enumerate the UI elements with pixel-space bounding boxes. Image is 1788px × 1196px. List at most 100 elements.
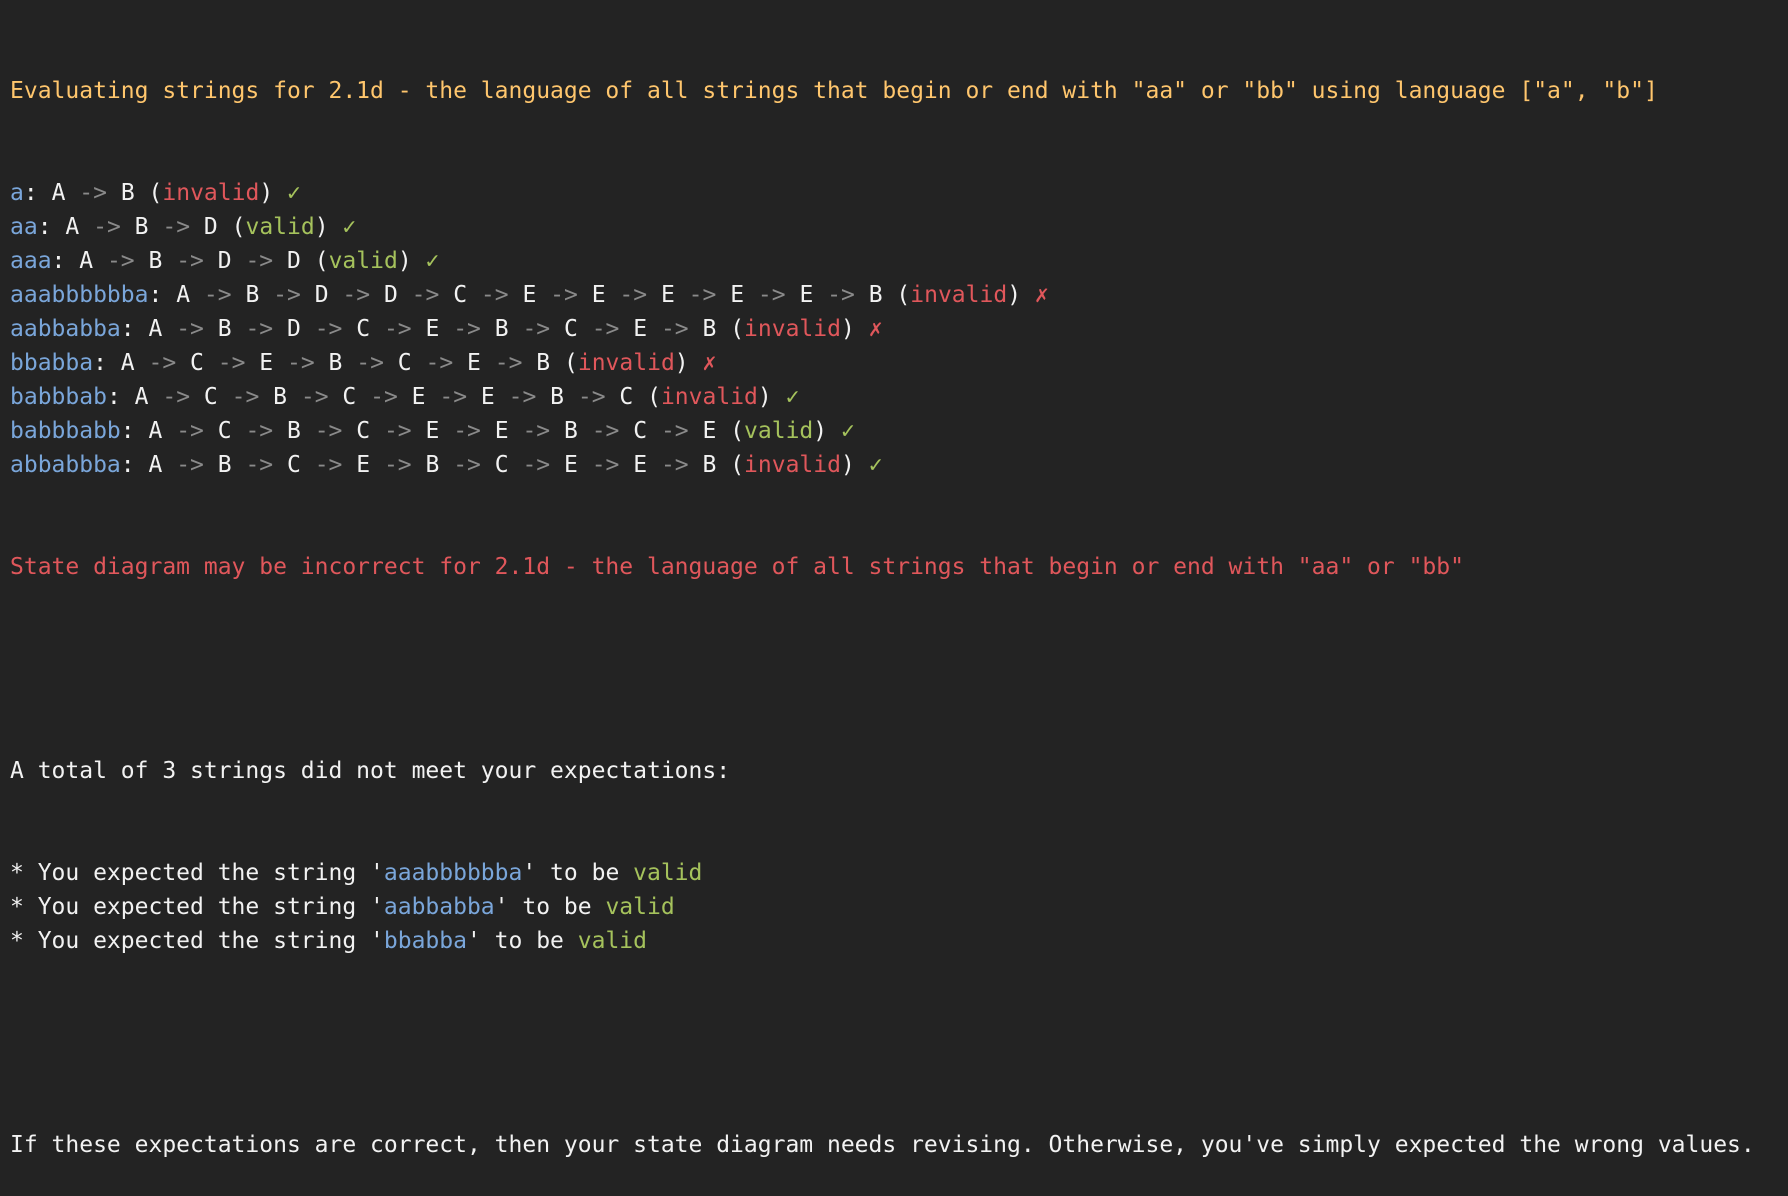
paren: ) [259,180,288,206]
expectation-prefix: * You expected the string ' [10,860,384,886]
transition-arrow: -> [508,316,564,342]
state-name: B [217,452,232,478]
paren: ) [1007,282,1035,308]
result-line: a: A -> B (invalid) ✓ [10,176,1782,210]
state-name: A [79,248,94,274]
transition-arrow: -> [93,248,149,274]
checkmark-icon: ✓ [785,384,800,410]
state-name: E [494,418,509,444]
state-name: D [287,248,301,274]
transition-arrow: -> [577,452,634,478]
state-name: A [134,384,149,410]
state-name: E [563,452,578,478]
separator: : [120,316,149,342]
state-name: E [633,452,648,478]
transition-arrow: -> [342,350,398,376]
footer-message: If these expectations are correct, then … [10,1132,1755,1158]
transition-arrow: -> [148,384,204,410]
state-name: C [453,282,468,308]
state-name: C [286,452,301,478]
verdict-label: invalid [910,282,1008,308]
checkmark-icon: ✓ [868,452,883,478]
transition-arrow: -> [162,452,218,478]
state-name: E [425,418,440,444]
input-string: aabbabba [10,316,121,342]
transition-arrow: -> [259,282,315,308]
transition-arrow: -> [744,282,800,308]
expected-value: valid [577,928,647,954]
paren: ( [550,350,578,376]
paren: ) [813,418,841,444]
verdict-label: valid [744,418,814,444]
state-name: E [259,350,274,376]
expectation-line: * You expected the string 'bbabba' to be… [10,924,1782,958]
state-name: B [563,418,578,444]
transition-arrow: -> [425,384,481,410]
paren: ( [716,316,745,342]
state-name: B [494,316,509,342]
result-line: abbabbba: A -> B -> C -> E -> B -> C -> … [10,448,1782,482]
verdict-label: invalid [744,316,841,342]
evaluation-header: Evaluating strings for 2.1d - the langua… [10,78,1658,104]
state-name: B [134,214,149,240]
transition-arrow: -> [508,452,564,478]
paren: ) [840,452,869,478]
separator: : [120,418,149,444]
state-name: B [425,452,440,478]
result-line: aa: A -> B -> D (valid) ✓ [10,210,1782,244]
transition-arrow: -> [813,282,869,308]
transition-arrow: -> [231,248,287,274]
state-name: E [730,282,745,308]
state-name: B [273,384,287,410]
separator: : [106,384,135,410]
transition-arrow: -> [273,350,329,376]
transition-arrow: -> [162,316,218,342]
separator: : [93,350,121,376]
transition-arrow: -> [439,452,495,478]
paren: ( [633,384,661,410]
transition-arrow: -> [577,316,634,342]
expectations-list: * You expected the string 'aaabbbbbba' t… [10,856,1782,958]
separator: : [37,214,66,240]
state-name: E [591,282,606,308]
expectation-middle: ' to be [522,860,634,886]
state-name: A [176,282,191,308]
transition-arrow: -> [370,418,426,444]
state-name: E [702,418,717,444]
verdict-label: invalid [744,452,841,478]
state-name: E [480,384,495,410]
state-name: B [217,316,232,342]
transition-arrow: -> [439,316,495,342]
transition-arrow: -> [231,418,287,444]
paren: ) [674,350,703,376]
separator: : [23,180,52,206]
transition-arrow: -> [494,384,551,410]
transition-arrow: -> [439,418,495,444]
transition-arrow: -> [356,384,412,410]
transition-arrow: -> [467,282,523,308]
result-line: babbbab: A -> C -> B -> C -> E -> E -> B… [10,380,1782,414]
state-name: E [411,384,426,410]
state-name: C [563,316,578,342]
state-name: E [467,350,481,376]
state-name: B [148,248,163,274]
input-string: babbbab [10,384,107,410]
separator: : [148,282,177,308]
state-name: A [120,350,135,376]
input-string: aaabbbbbba [10,282,149,308]
input-string: bbabba [10,350,94,376]
verdict-label: valid [245,214,315,240]
state-name: C [633,418,648,444]
state-name: E [660,282,675,308]
paren: ( [716,452,745,478]
expectation-prefix: * You expected the string ' [10,894,384,920]
state-name: B [120,180,135,206]
state-name: A [148,452,163,478]
state-name: B [702,316,717,342]
transition-arrow: -> [217,384,274,410]
transition-arrow: -> [577,418,634,444]
transition-arrow: -> [647,452,703,478]
state-name: C [494,452,509,478]
transition-arrow: -> [162,418,218,444]
state-name: C [203,384,218,410]
